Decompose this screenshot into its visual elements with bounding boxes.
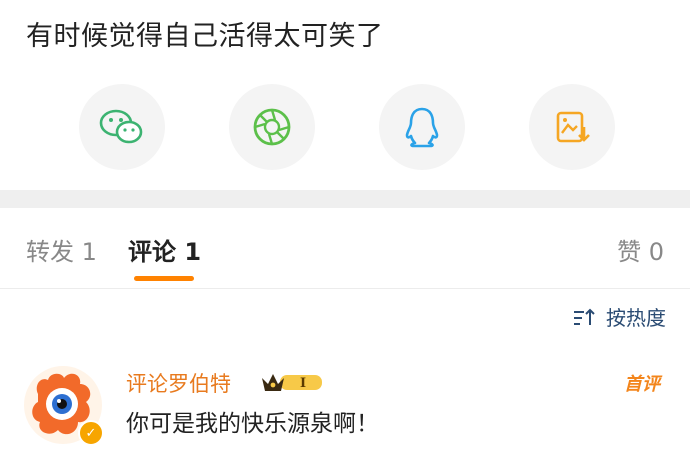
share-wechat-button[interactable] [79,84,165,170]
commenter-name[interactable]: 评论罗伯特 [126,368,231,398]
comment-text: 你可是我的快乐源泉啊！ [126,411,379,437]
comment-tabs: 转发 1 评论 1 赞 0 [0,208,690,289]
sort-by-hot-button[interactable]: 按热度 [572,302,666,331]
vip-level: I [300,376,306,391]
section-divider [0,190,690,208]
verified-badge-icon: ✓ [78,420,104,446]
share-qq-button[interactable] [379,84,465,170]
save-image-icon [556,111,590,143]
comment-item: ✓ 评论罗伯特 I 首评 你可是我的快乐源泉啊！ [0,358,690,449]
share-save-image-button[interactable] [529,84,615,170]
wechat-icon [99,109,143,144]
active-tab-indicator [134,276,194,281]
sort-icon [574,308,595,325]
share-row [0,84,690,174]
share-moments-button[interactable] [229,84,315,170]
qq-icon [405,107,439,148]
tab-repost[interactable]: 转发 1 [26,232,97,267]
moments-icon [253,108,291,146]
crown-vip-icon: I [262,374,322,391]
tab-comment[interactable]: 评论 1 [128,232,201,267]
sort-label: 按热度 [606,306,666,330]
vip-badge: I [260,370,326,394]
first-comment-tag: 首评 [624,374,660,395]
tab-like[interactable]: 赞 0 [617,232,664,267]
post-text: 有时候觉得自己活得太可笑了 [26,21,384,52]
